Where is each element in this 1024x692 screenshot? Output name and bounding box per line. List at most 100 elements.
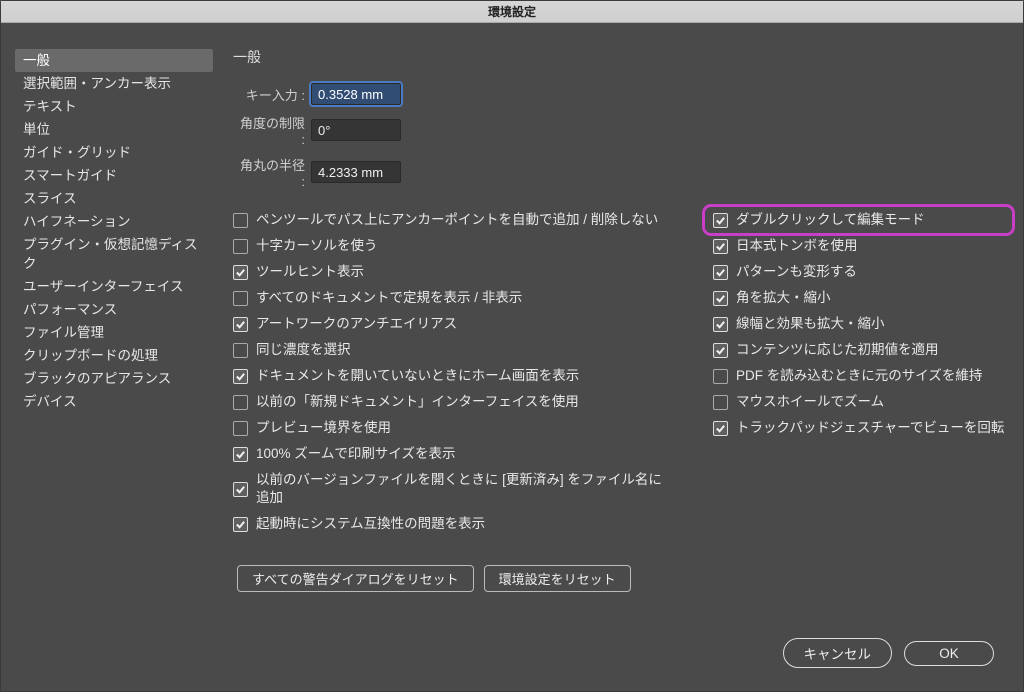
checkbox[interactable]	[713, 343, 728, 358]
checkbox-label: 十字カーソルを使う	[256, 237, 378, 255]
checkbox-label: ダブルクリックして編集モード	[736, 211, 925, 229]
checkbox-row[interactable]: ドキュメントを開いていないときにホーム画面を表示	[233, 367, 673, 385]
sidebar-item[interactable]: スマートガイド	[15, 164, 213, 187]
checkbox-row[interactable]: コンテンツに応じた初期値を適用	[713, 341, 1004, 359]
checkbox-label: 角を拡大・縮小	[736, 289, 831, 307]
sidebar-item[interactable]: デバイス	[15, 390, 213, 413]
checkbox[interactable]	[233, 482, 248, 497]
checkbox[interactable]	[233, 265, 248, 280]
checkbox-label: 100% ズームで印刷サイズを表示	[256, 445, 455, 463]
ok-button[interactable]: OK	[904, 641, 994, 666]
checkbox[interactable]	[713, 265, 728, 280]
key-input-row: キー入力 :	[233, 83, 1003, 105]
checkbox-row[interactable]: プレビュー境界を使用	[233, 419, 673, 437]
checkbox-row[interactable]: ダブルクリックして編集モード	[707, 209, 1010, 231]
checkbox-row[interactable]: ペンツールでパス上にアンカーポイントを自動で追加 / 削除しない	[233, 211, 673, 229]
sidebar: 一般選択範囲・アンカー表示テキスト単位ガイド・グリッドスマートガイドスライスハイ…	[15, 47, 213, 631]
checkbox-column-left: ペンツールでパス上にアンカーポイントを自動で追加 / 削除しない十字カーソルを使…	[233, 211, 673, 541]
checkbox-label: すべてのドキュメントで定規を表示 / 非表示	[256, 289, 522, 307]
checkbox-label: 日本式トンボを使用	[736, 237, 858, 255]
checkbox[interactable]	[713, 317, 728, 332]
sidebar-item[interactable]: プラグイン・仮想記憶ディスク	[15, 233, 213, 275]
checkbox[interactable]	[233, 213, 248, 228]
checkbox-row[interactable]: アートワークのアンチエイリアス	[233, 315, 673, 333]
sidebar-item[interactable]: クリップボードの処理	[15, 344, 213, 367]
checkbox[interactable]	[233, 421, 248, 436]
sidebar-item[interactable]: スライス	[15, 187, 213, 210]
sidebar-item[interactable]: ハイフネーション	[15, 210, 213, 233]
checkbox-row[interactable]: 100% ズームで印刷サイズを表示	[233, 445, 673, 463]
checkbox-label: プレビュー境界を使用	[256, 419, 391, 437]
dialog-footer: キャンセル OK	[0, 632, 1024, 692]
checkbox-row[interactable]: すべてのドキュメントで定規を表示 / 非表示	[233, 289, 673, 307]
sidebar-item[interactable]: ガイド・グリッド	[15, 141, 213, 164]
key-input-label: キー入力 :	[233, 85, 305, 104]
angle-limit-label: 角度の制限 :	[233, 113, 305, 147]
sidebar-item[interactable]: ファイル管理	[15, 321, 213, 344]
checkbox[interactable]	[233, 447, 248, 462]
checkbox-row[interactable]: ツールヒント表示	[233, 263, 673, 281]
checkbox-row[interactable]: 日本式トンボを使用	[713, 237, 1004, 255]
sidebar-item[interactable]: パフォーマンス	[15, 298, 213, 321]
checkbox-row[interactable]: トラックパッドジェスチャーでビューを回転	[713, 419, 1004, 437]
checkbox-label: 線幅と効果も拡大・縮小	[736, 315, 885, 333]
checkbox-label: ツールヒント表示	[256, 263, 364, 281]
checkbox[interactable]	[713, 369, 728, 384]
reset-warnings-button[interactable]: すべての警告ダイアログをリセット	[237, 565, 474, 592]
checkbox-row[interactable]: 以前の「新規ドキュメント」インターフェイスを使用	[233, 393, 673, 411]
checkbox[interactable]	[713, 395, 728, 410]
checkbox[interactable]	[233, 239, 248, 254]
checkbox-row[interactable]: 起動時にシステム互換性の問題を表示	[233, 515, 673, 533]
angle-limit-field[interactable]	[311, 119, 401, 141]
form-rows: キー入力 : 角度の制限 : 角丸の半径 :	[233, 83, 1003, 189]
checkbox-label: アートワークのアンチエイリアス	[256, 315, 457, 333]
checkbox-label: ペンツールでパス上にアンカーポイントを自動で追加 / 削除しない	[256, 211, 658, 229]
checkbox-row[interactable]: PDF を読み込むときに元のサイズを維持	[713, 367, 1004, 385]
reset-button-row: すべての警告ダイアログをリセット 環境設定をリセット	[233, 565, 1003, 592]
reset-prefs-button[interactable]: 環境設定をリセット	[484, 565, 631, 592]
content-area: 一般選択範囲・アンカー表示テキスト単位ガイド・グリッドスマートガイドスライスハイ…	[1, 23, 1023, 631]
checkbox-label: ドキュメントを開いていないときにホーム画面を表示	[256, 367, 579, 385]
sidebar-item[interactable]: 選択範囲・アンカー表示	[15, 72, 213, 95]
section-heading: 一般	[233, 47, 1003, 67]
sidebar-item[interactable]: 一般	[15, 49, 213, 72]
checkbox[interactable]	[233, 517, 248, 532]
checkbox[interactable]	[233, 343, 248, 358]
checkbox-row[interactable]: 以前のバージョンファイルを開くときに [更新済み] をファイル名に追加	[233, 471, 673, 507]
checkbox-label: PDF を読み込むときに元のサイズを維持	[736, 367, 982, 385]
window-title: 環境設定	[1, 1, 1023, 23]
checkbox-row[interactable]: 角を拡大・縮小	[713, 289, 1004, 307]
checkbox-label: コンテンツに応じた初期値を適用	[736, 341, 939, 359]
checkbox-label: パターンも変形する	[736, 263, 857, 281]
checkbox[interactable]	[713, 421, 728, 436]
checkbox-label: トラックパッドジェスチャーでビューを回転	[736, 419, 1004, 437]
checkbox-row[interactable]: 同じ濃度を選択	[233, 341, 673, 359]
checkbox[interactable]	[233, 291, 248, 306]
sidebar-item[interactable]: ユーザーインターフェイス	[15, 275, 213, 298]
sidebar-item[interactable]: テキスト	[15, 95, 213, 118]
checkbox[interactable]	[713, 239, 728, 254]
checkbox[interactable]	[233, 317, 248, 332]
checkbox-columns: ペンツールでパス上にアンカーポイントを自動で追加 / 削除しない十字カーソルを使…	[233, 211, 1003, 541]
corner-radius-row: 角丸の半径 :	[233, 155, 1003, 189]
key-input-field[interactable]	[311, 83, 401, 105]
sidebar-item[interactable]: ブラックのアピアランス	[15, 367, 213, 390]
checkbox[interactable]	[713, 291, 728, 306]
checkbox-column-right: ダブルクリックして編集モード日本式トンボを使用パターンも変形する角を拡大・縮小線…	[713, 211, 1004, 541]
corner-radius-label: 角丸の半径 :	[233, 155, 305, 189]
checkbox-label: 同じ濃度を選択	[256, 341, 351, 359]
checkbox[interactable]	[233, 369, 248, 384]
checkbox-label: 起動時にシステム互換性の問題を表示	[256, 515, 485, 533]
cancel-button[interactable]: キャンセル	[783, 638, 893, 668]
sidebar-item[interactable]: 単位	[15, 118, 213, 141]
checkbox[interactable]	[713, 213, 728, 228]
checkbox-row[interactable]: 十字カーソルを使う	[233, 237, 673, 255]
checkbox-row[interactable]: 線幅と効果も拡大・縮小	[713, 315, 1004, 333]
corner-radius-field[interactable]	[311, 161, 401, 183]
checkbox-label: 以前のバージョンファイルを開くときに [更新済み] をファイル名に追加	[256, 471, 673, 507]
checkbox-label: マウスホイールでズーム	[736, 393, 884, 411]
checkbox[interactable]	[233, 395, 248, 410]
checkbox-row[interactable]: マウスホイールでズーム	[713, 393, 1004, 411]
checkbox-row[interactable]: パターンも変形する	[713, 263, 1004, 281]
checkbox-label: 以前の「新規ドキュメント」インターフェイスを使用	[256, 393, 579, 411]
